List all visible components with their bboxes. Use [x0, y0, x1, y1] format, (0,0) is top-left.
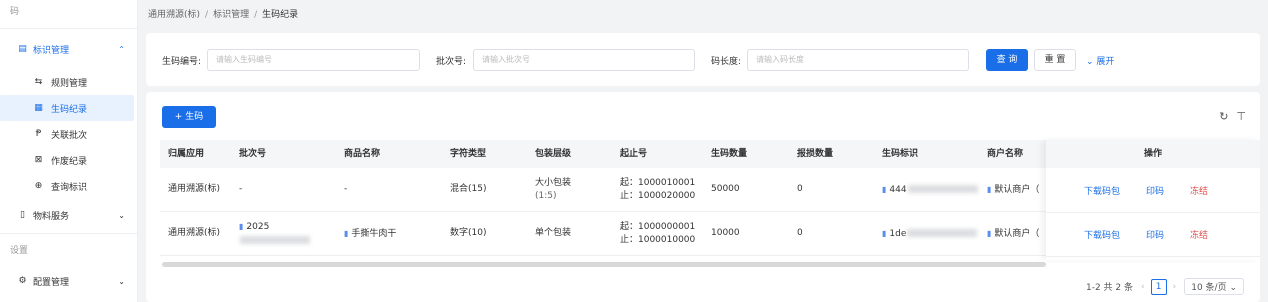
- col-app: 归属应用: [168, 148, 205, 159]
- freeze-link[interactable]: 冻结: [1190, 228, 1208, 241]
- refresh-icon[interactable]: ↻: [1219, 110, 1228, 123]
- col-product: 商品名称: [344, 148, 381, 159]
- col-pack-level: 包装层级: [535, 148, 572, 159]
- reset-button[interactable]: 重 置: [1034, 49, 1076, 71]
- copy-icon: ▮: [882, 228, 887, 238]
- freeze-link[interactable]: 冻结: [1190, 184, 1208, 197]
- sidebar-item-query-id[interactable]: ⊕ 查询标识: [0, 173, 137, 199]
- sidebar-item-linked-batch[interactable]: Ᵽ 关联批次: [0, 121, 137, 147]
- col-char-type: 字符类型: [450, 148, 487, 159]
- pagination: 1-2 共 2 条 ‹ 1 › 10 条/页 ⌄: [1086, 278, 1244, 295]
- horizontal-scrollbar[interactable]: [162, 262, 1046, 267]
- col-code-id: 生码标识: [882, 148, 919, 159]
- book-icon: ▯: [20, 210, 25, 220]
- code-no-input[interactable]: 请输入生码编号: [207, 49, 420, 71]
- length-label: 码长度:: [711, 57, 742, 67]
- col-range: 起止号: [620, 148, 648, 159]
- operations-column: 操作 下载码包 印码 冻结 下载码包 印码 冻结: [1046, 140, 1260, 260]
- product-icon: ▮: [344, 228, 349, 238]
- plus-icon: +: [174, 112, 183, 122]
- download-package-link[interactable]: 下载码包: [1084, 184, 1120, 197]
- batch-label: 批次号:: [436, 57, 467, 67]
- breadcrumb-current: 生码纪录: [262, 10, 299, 20]
- chevron-down-icon: ⌄: [1086, 57, 1094, 67]
- code-no-label: 生码编号:: [162, 57, 202, 67]
- sidebar-item-rules[interactable]: ⇆ 规则管理: [0, 69, 137, 95]
- records-card: + 生码 ↻ ⊤ 归属应用 批次号 商品名称 字符类型 包装层级 起止号 生码数量…: [146, 92, 1260, 302]
- chevron-down-icon: ⌄: [1229, 283, 1237, 293]
- sidebar-item-void-records[interactable]: ⊠ 作废纪录: [0, 147, 137, 173]
- breadcrumb-item[interactable]: 标识管理: [213, 10, 249, 20]
- sidebar-group-id-management[interactable]: ▤ 标识管理 ⌃: [0, 29, 137, 69]
- col-batch: 批次号: [239, 148, 267, 159]
- merchant-icon: ▮: [987, 228, 992, 238]
- query-button[interactable]: 查 询: [986, 49, 1028, 71]
- col-damaged: 报损数量: [797, 148, 834, 159]
- gear-icon: ⚙: [18, 276, 27, 286]
- sidebar: 码 ▤ 标识管理 ⌃ ⇆ 规则管理 ▦ 生码纪录 Ᵽ 关联批次 ⊠ 作废纪录 ⊕…: [0, 0, 138, 302]
- filter-panel: 生码编号: 请输入生码编号 批次号: 请输入批次号 码长度: 请输入码长度 查 …: [146, 33, 1260, 86]
- tag-icon: ▤: [18, 44, 27, 54]
- col-merchant: 商户名称: [987, 148, 1024, 159]
- expand-toggle[interactable]: ⌄ 展开: [1086, 54, 1114, 67]
- print-code-link[interactable]: 印码: [1146, 184, 1164, 197]
- print-code-link[interactable]: 印码: [1146, 228, 1164, 241]
- masked-value: [907, 185, 978, 193]
- row-actions: 下载码包 印码 冻结: [1046, 168, 1260, 213]
- breadcrumb-item[interactable]: 通用溯源(标): [148, 10, 200, 20]
- page-size-select[interactable]: 10 条/页 ⌄: [1184, 278, 1244, 295]
- col-count: 生码数量: [711, 148, 748, 159]
- breadcrumb: 通用溯源(标) / 标识管理 / 生码纪录: [148, 10, 299, 20]
- col-ops: 操作: [1046, 140, 1260, 168]
- row-actions: 下载码包 印码 冻结: [1046, 213, 1260, 257]
- pagination-summary: 1-2 共 2 条: [1085, 283, 1133, 293]
- column-height-icon[interactable]: ⊤: [1236, 110, 1246, 123]
- masked-value: [907, 229, 978, 237]
- add-code-button[interactable]: + 生码: [162, 106, 216, 128]
- table-tools: ↻ ⊤: [1211, 110, 1246, 123]
- prev-page-icon[interactable]: ‹: [1141, 282, 1145, 292]
- length-input[interactable]: 请输入码长度: [747, 49, 969, 71]
- masked-value: [240, 235, 310, 244]
- rule-icon: ⇆: [34, 77, 43, 87]
- copy-icon: ▮: [239, 222, 244, 231]
- sidebar-item-code-records[interactable]: ▦ 生码纪录: [0, 95, 134, 121]
- merchant-icon: ▮: [987, 184, 992, 194]
- search-icon: ⊕: [34, 181, 43, 191]
- page-number[interactable]: 1: [1150, 278, 1167, 295]
- next-page-icon[interactable]: ›: [1173, 282, 1177, 292]
- chevron-down-icon: ⌄: [118, 210, 125, 220]
- record-icon: ▦: [34, 103, 43, 113]
- chevron-down-icon: ⌄: [118, 276, 125, 286]
- sidebar-section-settings: 设置: [0, 233, 137, 265]
- sidebar-group-config[interactable]: ⚙ 配置管理 ⌄: [0, 265, 137, 297]
- batch-input[interactable]: 请输入批次号: [473, 49, 695, 71]
- void-icon: ⊠: [34, 155, 43, 165]
- sidebar-group-material[interactable]: ▯ 物料服务 ⌄: [0, 199, 137, 231]
- copy-icon: ▮: [882, 184, 887, 194]
- sidebar-header: 码: [10, 7, 20, 17]
- chevron-up-icon: ⌃: [118, 44, 125, 54]
- link-icon: Ᵽ: [35, 129, 42, 139]
- download-package-link[interactable]: 下载码包: [1084, 228, 1120, 241]
